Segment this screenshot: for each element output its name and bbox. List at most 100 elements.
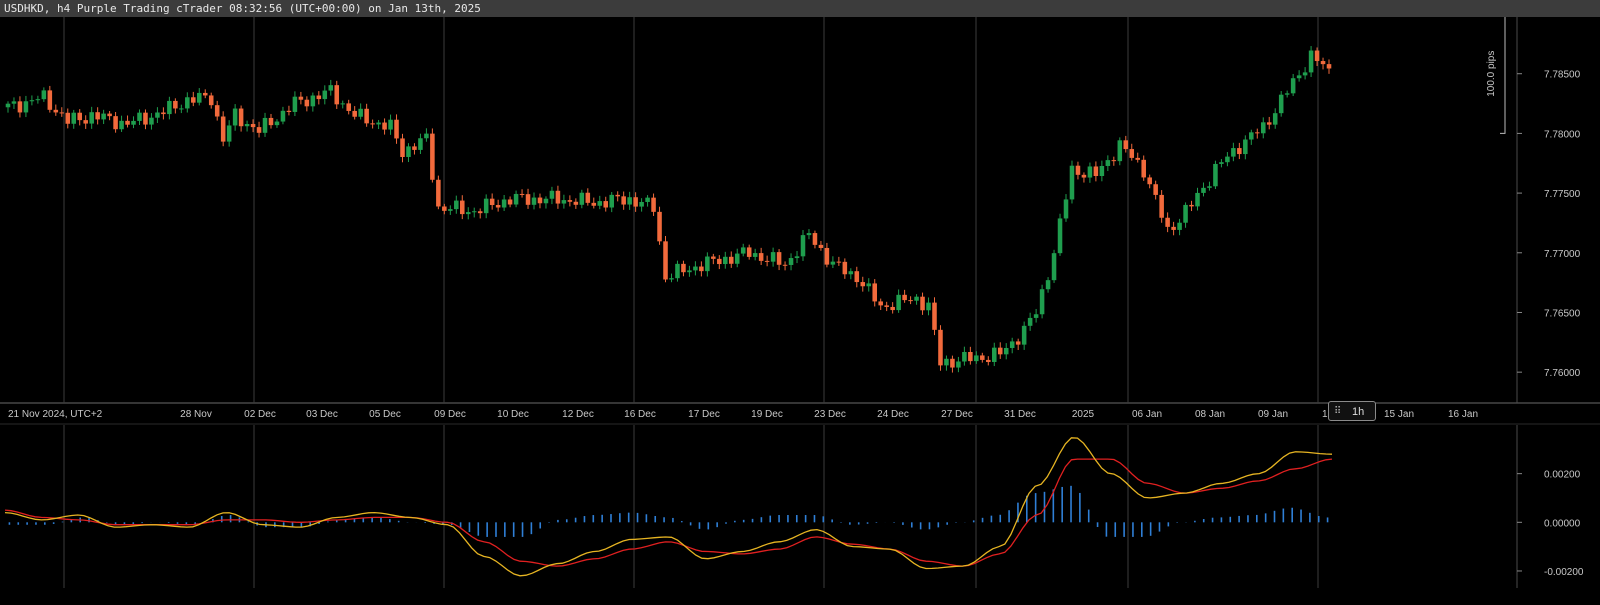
- candle-body: [956, 361, 961, 368]
- candle-body: [1308, 50, 1314, 73]
- candle-body: [782, 264, 788, 266]
- chart-window: USDHKD, h4 Purple Trading cTrader 08:32:…: [0, 0, 1600, 605]
- candle-body: [460, 200, 465, 215]
- candle-body: [465, 212, 471, 215]
- time-axis-label: 09 Jan: [1258, 409, 1288, 420]
- candle-body: [890, 306, 895, 311]
- chart-canvas[interactable]: 7.78500 7.78000 7.77500 7.77000 7.76500 7.760…: [0, 17, 1600, 605]
- candle-body: [938, 329, 943, 366]
- candle-body: [107, 113, 112, 117]
- candle-body: [1009, 341, 1015, 348]
- candle-body: [1195, 192, 1200, 207]
- candle-body: [675, 263, 680, 279]
- candle-body: [1177, 222, 1182, 230]
- candle-body: [196, 92, 202, 103]
- candle-body: [1129, 149, 1135, 158]
- window-title: USDHKD, h4 Purple Trading cTrader 08:32:…: [0, 0, 1600, 17]
- candle-body: [35, 99, 41, 101]
- candle-body: [1123, 140, 1129, 150]
- pip-scale-label: 100.0 pips: [1486, 51, 1497, 97]
- candle-body: [830, 261, 836, 265]
- candle-body: [71, 112, 77, 124]
- candle-body: [1141, 159, 1146, 178]
- candle-body: [944, 358, 949, 366]
- candle-body: [161, 112, 166, 115]
- candle-body: [1266, 122, 1272, 125]
- candle-body: [657, 211, 662, 242]
- candle-body: [1260, 122, 1266, 134]
- candle-body: [908, 300, 913, 302]
- candle-body: [370, 123, 375, 125]
- candle-body: [549, 190, 555, 199]
- candle-body: [1189, 204, 1194, 207]
- candle-body: [489, 198, 495, 206]
- candle-body: [316, 95, 322, 100]
- candle-body: [262, 117, 268, 133]
- candle-body: [842, 261, 848, 275]
- candle-body: [860, 282, 866, 287]
- candle-body: [1087, 166, 1093, 178]
- candle-body: [914, 296, 919, 301]
- candle-body: [746, 247, 752, 257]
- candle-body: [280, 110, 286, 122]
- candle-body: [920, 296, 925, 311]
- candle-body: [1027, 317, 1033, 326]
- candle-body: [167, 100, 172, 115]
- candle-body: [1117, 140, 1123, 162]
- candle-body: [483, 198, 489, 214]
- candle-body: [304, 99, 310, 107]
- candle-body: [477, 211, 483, 214]
- timeframe-badge[interactable]: ⠿ 1h: [1328, 401, 1376, 421]
- candle-body: [717, 258, 722, 265]
- candle-body: [1135, 157, 1141, 160]
- candle-body: [627, 197, 632, 205]
- candle-body: [406, 146, 411, 157]
- candle-body: [974, 355, 979, 362]
- candle-body: [902, 294, 907, 301]
- candle-body: [800, 235, 806, 257]
- candle-body: [208, 95, 214, 106]
- candle-body: [639, 201, 644, 207]
- time-axis-label: 16 Jan: [1448, 409, 1478, 420]
- candle-body: [1147, 177, 1152, 185]
- candle-body: [23, 101, 29, 113]
- candle-body: [1302, 72, 1308, 76]
- time-axis-label: 27 Dec: [941, 409, 973, 420]
- candle-body: [268, 117, 274, 126]
- candle-body: [274, 121, 280, 126]
- macd-tick-label: -0.00200: [1544, 567, 1584, 578]
- candle-body: [346, 103, 351, 111]
- candle-body: [495, 205, 501, 208]
- candle-body: [1231, 148, 1236, 157]
- candle-body: [214, 105, 220, 117]
- time-axis-label: 23 Dec: [814, 409, 846, 420]
- candle-body: [699, 266, 704, 272]
- candle-body: [340, 103, 345, 105]
- candle-body: [1249, 132, 1254, 140]
- candle-body: [131, 120, 136, 125]
- candle-body: [1093, 166, 1099, 176]
- candle-body: [980, 355, 985, 360]
- candle-body: [597, 201, 603, 206]
- candle-body: [932, 302, 937, 330]
- time-axis-label: 09 Dec: [434, 409, 466, 420]
- candle-body: [448, 209, 453, 211]
- candle-body: [1105, 160, 1111, 166]
- candle-body: [220, 116, 226, 142]
- candle-body: [298, 96, 304, 100]
- candle-body: [591, 202, 597, 206]
- candle-body: [896, 294, 901, 311]
- candle-body: [388, 119, 393, 130]
- time-axis-label: 15 Jan: [1384, 409, 1414, 420]
- candle-body: [5, 103, 11, 108]
- candle-body: [137, 112, 142, 121]
- candle-body: [1326, 64, 1332, 69]
- candle-body: [567, 200, 573, 202]
- candle-body: [17, 101, 23, 113]
- candle-body: [854, 271, 860, 283]
- candle-body: [1165, 217, 1170, 227]
- candle-body: [1159, 194, 1164, 218]
- candle-body: [149, 117, 154, 125]
- candle-body: [226, 125, 232, 142]
- candle-body: [1153, 184, 1158, 195]
